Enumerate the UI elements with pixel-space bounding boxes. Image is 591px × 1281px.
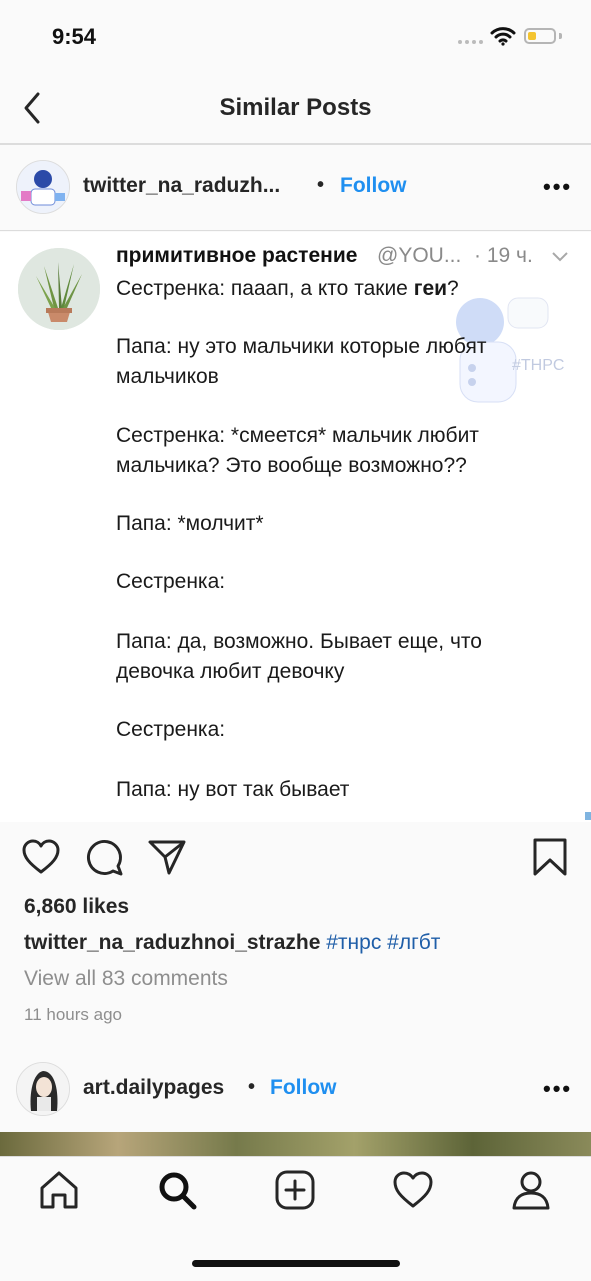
- post2-avatar[interactable]: [16, 1062, 70, 1116]
- watermark-text: #THPC: [512, 357, 564, 374]
- post-avatar[interactable]: [16, 160, 70, 214]
- tweet-line: Папа: да, возможно. Бывает еще, что: [116, 630, 482, 653]
- post-divider: [0, 230, 591, 231]
- bookmark-icon[interactable]: [530, 837, 570, 877]
- tweet-line: Папа: ну это мальчики которые любят: [116, 335, 487, 358]
- more-options-icon-2[interactable]: •••: [543, 1076, 572, 1102]
- home-indicator: [192, 1260, 400, 1267]
- add-post-icon[interactable]: [273, 1168, 317, 1212]
- profile-icon[interactable]: [509, 1168, 553, 1212]
- chevron-down-icon: [552, 252, 568, 262]
- tweet-line: Сестренка:: [116, 718, 226, 741]
- tweet-line: девочка любит девочку: [116, 660, 345, 683]
- tweet-line: Сестренка: пааап, а кто такие геи?: [116, 277, 459, 300]
- post-caption: twitter_na_raduzhnoi_strazhe #тнрс #лгбт: [24, 931, 440, 955]
- tweet-handle: @YOU...: [377, 244, 462, 267]
- follow-button[interactable]: Follow: [340, 174, 407, 198]
- share-icon[interactable]: [147, 837, 187, 877]
- wifi-icon: [490, 27, 516, 46]
- follow-button-2[interactable]: Follow: [270, 1076, 337, 1100]
- page-title: Similar Posts: [219, 94, 372, 121]
- status-time: 9:54: [52, 24, 97, 49]
- tweet-author-name: примитивное растение: [116, 244, 358, 267]
- tweet-line: мальчиков: [116, 365, 219, 388]
- home-icon[interactable]: [37, 1168, 81, 1212]
- more-options-icon[interactable]: •••: [543, 174, 572, 200]
- tweet-line: Сестренка:: [116, 570, 226, 593]
- tweet-line: Сестренка: *смеется* мальчик любит: [116, 424, 479, 447]
- caption-hashtags[interactable]: #тнрс #лгбт: [326, 931, 440, 954]
- battery-tip: [559, 33, 562, 39]
- caption-username[interactable]: twitter_na_raduzhnoi_strazhe: [24, 931, 320, 954]
- carousel-indicator: [585, 812, 591, 820]
- likes-count[interactable]: 6,860 likes: [24, 895, 129, 919]
- battery-icon: [524, 28, 556, 44]
- like-heart-icon[interactable]: [21, 837, 61, 877]
- tweet-line: мальчика? Это вообще возможно??: [116, 454, 467, 477]
- tweet-line: Папа: *молчит*: [116, 512, 264, 535]
- tweet-avatar: [18, 248, 100, 330]
- post2-image[interactable]: [0, 1132, 591, 1156]
- separator-dot: •: [317, 174, 325, 196]
- signal-icon: [458, 40, 483, 44]
- post2-username[interactable]: art.dailypages: [83, 1076, 224, 1100]
- post-timestamp: 11 hours ago: [24, 1005, 122, 1024]
- search-icon[interactable]: [155, 1168, 199, 1212]
- tweet-time: · 19 ч.: [474, 244, 533, 267]
- post-username[interactable]: twitter_na_raduzh...: [83, 174, 280, 198]
- activity-heart-icon[interactable]: [391, 1168, 435, 1212]
- tweet-line: Папа: ну вот так бывает: [116, 778, 350, 801]
- comment-icon[interactable]: [85, 837, 125, 877]
- separator-dot: •: [248, 1076, 256, 1098]
- header-divider: [0, 143, 591, 145]
- view-comments-link[interactable]: View all 83 comments: [24, 967, 228, 991]
